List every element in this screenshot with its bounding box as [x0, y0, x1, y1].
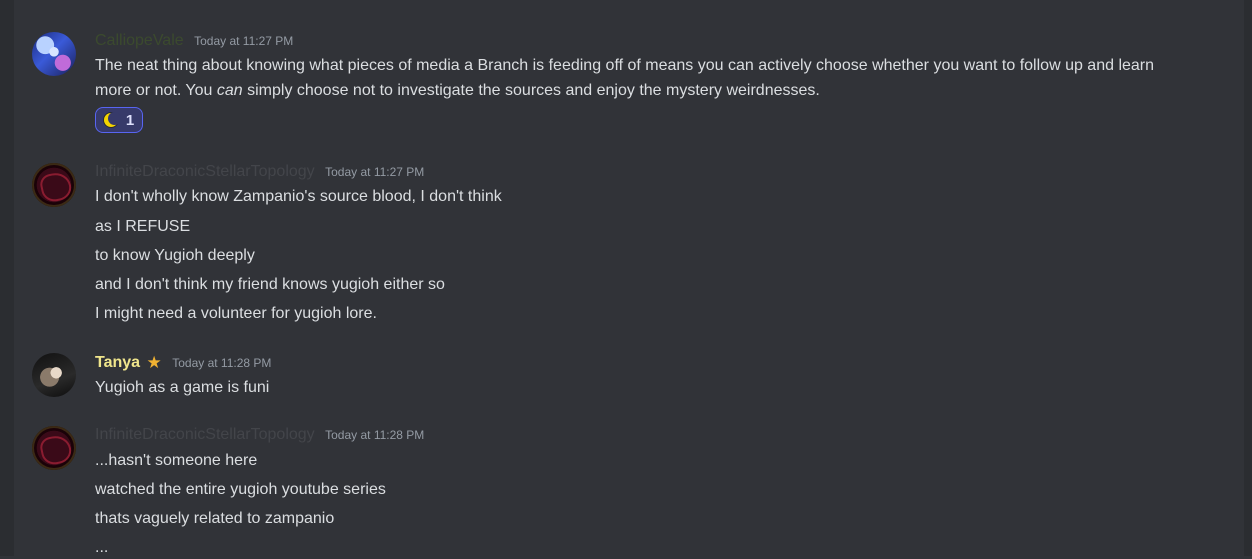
message-text-line: watched the entire yugioh youtube series [95, 481, 386, 498]
message-header: Tanya ★ Today at 11:28 PM [95, 353, 271, 373]
avatar[interactable] [32, 353, 76, 397]
italic-text: can [216, 82, 243, 99]
message-text-line: Yugioh as a game is funi [95, 379, 270, 396]
message-text-line: The neat thing about knowing what pieces… [95, 57, 1155, 74]
message-header: InfiniteDraconicStellarTopology Today at… [95, 163, 424, 181]
reaction-button[interactable]: 1 [95, 107, 143, 133]
reaction-count: 1 [125, 111, 135, 129]
timestamp[interactable]: Today at 11:28 PM [325, 428, 424, 442]
message-text-line: I might need a volunteer for yugioh lore… [95, 305, 377, 322]
message-header: InfiniteDraconicStellarTopology Today at… [95, 426, 424, 444]
message-text-line: and I don't think my friend knows yugioh… [95, 276, 445, 293]
avatar[interactable] [32, 426, 76, 470]
crescent-moon-icon [103, 112, 121, 127]
message-text-line: as I REFUSE [95, 218, 191, 235]
avatar[interactable] [32, 32, 76, 76]
text-fragment: simply choose not to investigate the sou… [242, 82, 820, 99]
text-fragment: more or not. You [95, 82, 217, 99]
username[interactable]: CalliopeVale [95, 32, 184, 49]
message-header: CalliopeVale Today at 11:27 PM [95, 32, 293, 50]
avatar[interactable] [32, 163, 76, 207]
message-text-line: I don't wholly know Zampanio's source bl… [95, 188, 502, 205]
message-text-line: ...hasn't someone here [95, 452, 258, 469]
username[interactable]: InfiniteDraconicStellarTopology [95, 163, 315, 180]
scrollbar[interactable] [1244, 0, 1252, 556]
message-text-line: thats vaguely related to zampanio [95, 510, 335, 527]
username[interactable]: InfiniteDraconicStellarTopology [95, 426, 315, 443]
username[interactable]: Tanya [95, 354, 140, 371]
message-text-line: more or not. You can simply choose not t… [95, 80, 820, 102]
message-text-line: to know Yugioh deeply [95, 247, 255, 264]
star-icon: ★ [146, 353, 162, 372]
timestamp[interactable]: Today at 11:27 PM [194, 34, 293, 48]
timestamp[interactable]: Today at 11:27 PM [325, 165, 424, 179]
timestamp[interactable]: Today at 11:28 PM [172, 356, 271, 370]
left-scroll-rail [0, 0, 14, 556]
